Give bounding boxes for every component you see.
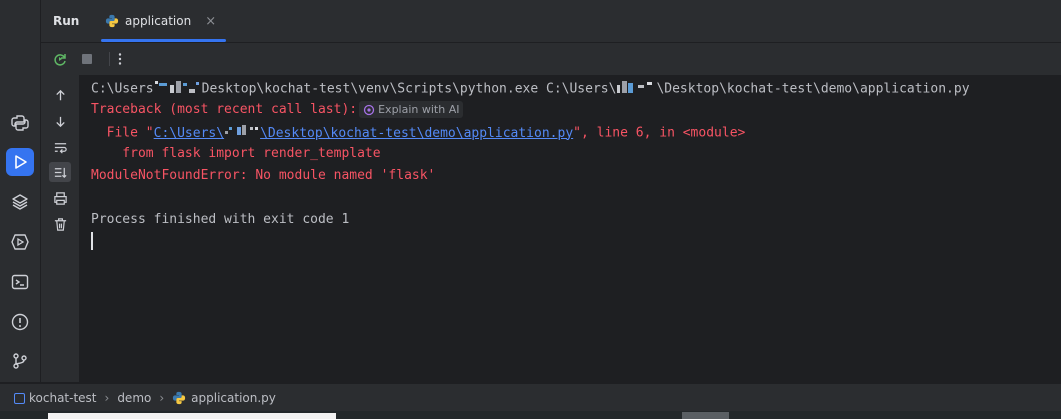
python-file-icon bbox=[173, 391, 186, 405]
ai-assistant-icon bbox=[363, 104, 375, 115]
file-link-part: \Desktop\kochat-test\demo\application.py bbox=[260, 125, 574, 141]
exit-line: Process finished with exit code 1 bbox=[91, 212, 350, 227]
tab-label: application bbox=[125, 14, 192, 28]
redacted-username-mark bbox=[154, 79, 202, 99]
more-icon[interactable] bbox=[110, 49, 130, 69]
terminal-icon[interactable] bbox=[6, 268, 34, 296]
close-icon[interactable]: × bbox=[205, 14, 216, 29]
breadcrumb-file[interactable]: application.py bbox=[191, 391, 276, 405]
status-bar: kochat-test › demo › application.py bbox=[0, 383, 1061, 412]
down-arrow-icon[interactable] bbox=[49, 111, 71, 131]
explain-with-ai-label: Explain with AI bbox=[378, 102, 460, 116]
file-link[interactable]: C:\Users\ \Desktop\kochat-test\demo\appli… bbox=[153, 123, 574, 143]
console-gutter bbox=[41, 75, 79, 382]
file-link-part: C:\Users\ bbox=[153, 125, 225, 141]
explain-with-ai-button[interactable]: Explain with AI bbox=[359, 101, 464, 118]
python-file-icon bbox=[105, 14, 119, 28]
traceback-text: Traceback (most recent call last): bbox=[91, 102, 358, 117]
traceback-line: Traceback (most recent call last): Explai… bbox=[91, 101, 464, 119]
breadcrumb-folder[interactable]: demo bbox=[117, 391, 151, 405]
services-icon[interactable] bbox=[6, 228, 34, 256]
active-tab-indicator bbox=[101, 39, 227, 42]
chevron-right-icon: › bbox=[159, 391, 165, 405]
command-part: C:\Users bbox=[91, 81, 154, 97]
file-prefix: File " bbox=[91, 125, 154, 141]
scroll-to-end-icon[interactable] bbox=[49, 162, 71, 182]
run-toolbar bbox=[41, 43, 1061, 75]
chevron-right-icon: › bbox=[104, 391, 110, 405]
console-output[interactable]: C:\Users Desktop\kochat-test\venv\Scripts… bbox=[80, 75, 1061, 382]
rerun-icon[interactable] bbox=[50, 49, 70, 69]
run-title: Run bbox=[53, 14, 80, 28]
trash-icon[interactable] bbox=[49, 214, 71, 234]
git-icon[interactable] bbox=[6, 347, 34, 375]
run-icon[interactable] bbox=[6, 148, 34, 176]
redacted-username-mark bbox=[224, 123, 260, 143]
ide-window: Run application × C:\Users Desktop\kocha… bbox=[0, 0, 1061, 419]
breadcrumb-project[interactable]: kochat-test bbox=[29, 391, 97, 405]
redacted-username-mark bbox=[616, 79, 656, 99]
command-part: \Desktop\kochat-test\demo\application.py bbox=[656, 81, 970, 97]
background-window-fragment bbox=[682, 412, 729, 419]
file-suffix: ", line 6, in <module> bbox=[573, 125, 746, 141]
error-line: ModuleNotFoundError: No module named 'fl… bbox=[91, 168, 436, 183]
tab-application[interactable]: application × bbox=[101, 0, 227, 42]
print-icon[interactable] bbox=[49, 188, 71, 208]
run-tool-window-header: Run application × bbox=[41, 0, 1061, 43]
layers-icon[interactable] bbox=[6, 188, 34, 216]
file-line: File "C:\Users\ \Desktop\kochat-test\demo… bbox=[91, 123, 745, 141]
background-window-fragment bbox=[48, 413, 336, 419]
command-part: Desktop\kochat-test\venv\Scripts\python.… bbox=[201, 81, 617, 97]
problems-icon[interactable] bbox=[6, 308, 34, 336]
text-cursor bbox=[91, 232, 93, 250]
python-packages-icon[interactable] bbox=[6, 109, 34, 137]
soft-wrap-icon[interactable] bbox=[49, 137, 71, 157]
stop-icon[interactable] bbox=[77, 49, 97, 69]
import-line: from flask import render_template bbox=[91, 146, 381, 161]
breadcrumb: kochat-test › demo › application.py bbox=[14, 391, 276, 405]
project-module-icon bbox=[14, 392, 25, 404]
up-arrow-icon[interactable] bbox=[49, 85, 71, 105]
background-desktop-strip bbox=[0, 411, 1061, 419]
command-line: C:\Users Desktop\kochat-test\venv\Scripts… bbox=[91, 79, 970, 97]
left-tool-strip bbox=[0, 0, 41, 382]
